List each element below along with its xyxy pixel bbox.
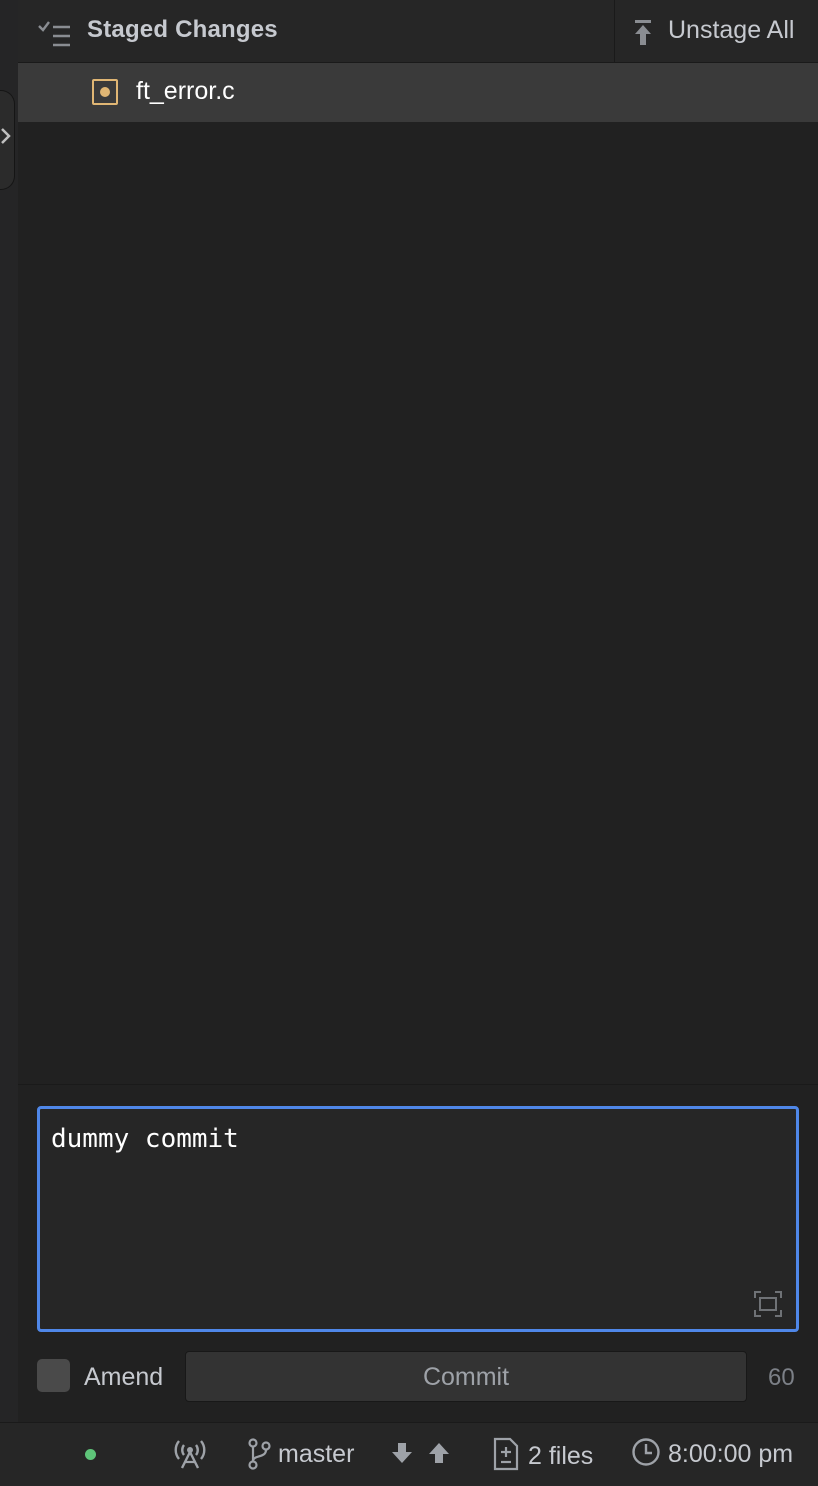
dock-edge <box>0 0 19 1422</box>
unstage-all-icon <box>635 20 651 45</box>
file-name: ft_error.c <box>136 77 235 105</box>
chevron-right-icon[interactable] <box>0 126 13 146</box>
changed-files-count[interactable]: 2 files <box>528 1442 593 1471</box>
clock-icon <box>632 1438 660 1466</box>
list-check-icon <box>38 21 70 47</box>
commit-message-input[interactable] <box>40 1109 796 1329</box>
commit-message-box <box>37 1106 799 1332</box>
amend-checkbox[interactable] <box>37 1359 70 1392</box>
push-up-icon[interactable] <box>427 1441 451 1465</box>
staged-file-row[interactable]: ft_error.c <box>18 63 818 122</box>
panel-title: Staged Changes <box>87 16 278 43</box>
unstage-all-button[interactable]: Unstage All <box>615 0 818 63</box>
antenna-icon[interactable] <box>172 1437 208 1469</box>
commit-button[interactable]: Commit <box>185 1351 747 1402</box>
unstage-all-label: Unstage All <box>668 16 795 44</box>
diff-file-icon[interactable] <box>492 1437 520 1471</box>
status-bar: master 2 files 8:00:00 pm <box>0 1422 818 1486</box>
staged-changes-header: Staged Changes Unstage All <box>18 0 818 63</box>
branch-icon[interactable] <box>247 1438 271 1470</box>
modified-dot <box>100 87 110 97</box>
remaining-characters: 60 <box>768 1364 795 1391</box>
expand-editor-icon[interactable] <box>754 1291 782 1317</box>
status-indicator-dot <box>85 1449 96 1460</box>
branch-name[interactable]: master <box>278 1440 354 1469</box>
amend-label: Amend <box>84 1363 164 1391</box>
commit-area: Amend Commit 60 <box>18 1084 818 1422</box>
modified-status-icon <box>92 79 118 105</box>
git-panel: Staged Changes Unstage All ft_error.c du… <box>18 0 818 1422</box>
fetch-down-icon[interactable] <box>390 1441 414 1465</box>
clock-time: 8:00:00 pm <box>668 1440 794 1468</box>
